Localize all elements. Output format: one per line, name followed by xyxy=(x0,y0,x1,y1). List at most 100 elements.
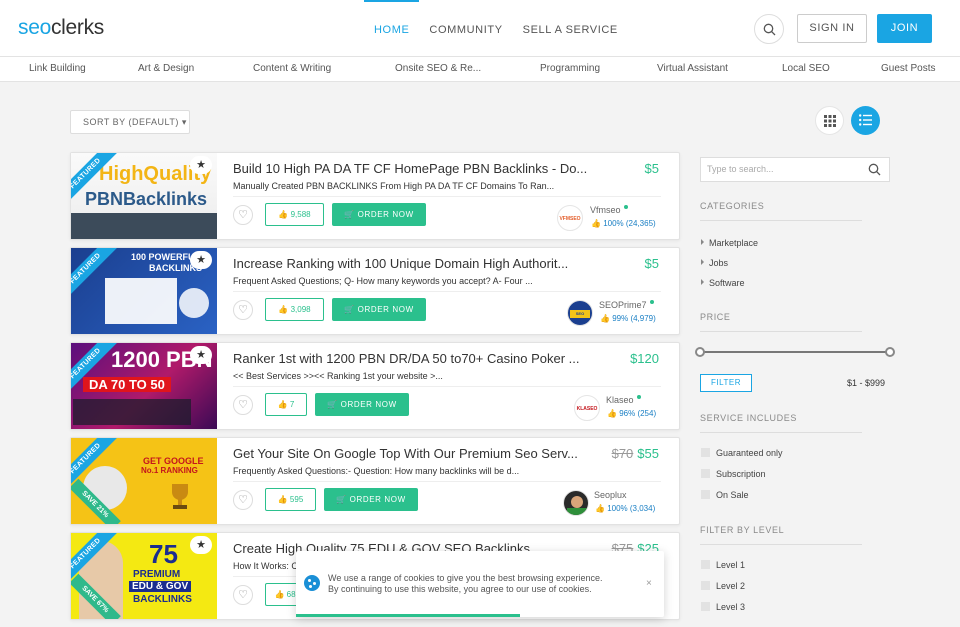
listing-thumbnail[interactable]: 75 PREMIUM EDU & GOV BACKLINKS FEATURED … xyxy=(71,533,217,619)
heart-icon[interactable]: ♡ xyxy=(233,205,253,225)
sidebar-item-software[interactable]: Software xyxy=(701,278,745,288)
heart-icon[interactable]: ♡ xyxy=(233,490,253,510)
cart-icon: 🛒 xyxy=(336,495,347,504)
favorite-star-icon[interactable]: ★ xyxy=(190,156,212,174)
listing-title[interactable]: Increase Ranking with 100 Unique Domain … xyxy=(233,256,568,271)
listing-card[interactable]: HighQuality PBNBacklinks FEATURED ★ Buil… xyxy=(70,152,680,240)
order-now-button[interactable]: 🛒 ORDER NOW xyxy=(332,203,426,226)
filter-button[interactable]: FILTER xyxy=(700,374,752,392)
checkbox-box xyxy=(701,581,710,590)
thumbnail-text: BACKLINKS xyxy=(133,594,192,605)
nav-home[interactable]: HOME xyxy=(364,0,420,57)
listing-title[interactable]: Ranker 1st with 1200 PBN DR/DA 50 to70+ … xyxy=(233,351,579,366)
listing-title[interactable]: Get Your Site On Google Top With Our Pre… xyxy=(233,446,578,461)
category-onsite-seo[interactable]: Onsite SEO & Re... xyxy=(395,63,481,74)
avatar-face xyxy=(571,496,583,508)
favorite-star-icon[interactable]: ★ xyxy=(190,536,212,554)
online-indicator xyxy=(636,395,641,399)
category-link-building[interactable]: Link Building xyxy=(29,63,86,74)
seller-name[interactable]: Klaseo xyxy=(606,395,641,405)
listing-thumbnail[interactable]: HighQuality PBNBacklinks FEATURED ★ xyxy=(71,153,217,239)
sidebar-search-input[interactable]: Type to search... xyxy=(700,157,890,182)
seller-name-text: SEOPrime7 xyxy=(599,300,647,310)
listing-card[interactable]: 1200 PBN DA 70 TO 50 FEATURED ★ Ranker 1… xyxy=(70,342,680,430)
cookie-text: We use a range of cookies to give you th… xyxy=(328,573,603,583)
category-art-design[interactable]: Art & Design xyxy=(138,63,194,74)
avatar[interactable]: VFMSEO xyxy=(557,205,583,231)
thumbs-up-icon: 👍 xyxy=(591,219,601,228)
listing-card[interactable]: GET GOOGLE No.1 RANKING FEATURED SAVE 21… xyxy=(70,437,680,525)
likes-button[interactable]: 👍 7 xyxy=(265,393,307,416)
sort-dropdown[interactable]: SORT BY (DEFAULT) ▾ xyxy=(70,110,190,134)
nav-community[interactable]: COMMUNITY xyxy=(419,0,512,57)
thumbnail-text: PBNBacklinks xyxy=(85,189,208,209)
guaranteed-only-checkbox[interactable]: Guaranteed only xyxy=(701,448,783,458)
divider xyxy=(233,481,661,482)
level-3-checkbox[interactable]: Level 3 xyxy=(701,602,745,612)
listing-thumbnail[interactable]: 100 POWERFUL BACKLINKS FEATURED ★ xyxy=(71,248,217,334)
join-button[interactable]: JOIN xyxy=(877,14,932,43)
sort-label: SORT BY (DEFAULT) xyxy=(83,117,179,127)
category-virtual-assistant[interactable]: Virtual Assistant xyxy=(657,63,728,74)
listing-thumbnail[interactable]: GET GOOGLE No.1 RANKING FEATURED SAVE 21… xyxy=(71,438,217,524)
price-slider-track[interactable] xyxy=(700,351,890,353)
list-view-button[interactable] xyxy=(851,106,880,135)
seller-name[interactable]: SEOPrime7 xyxy=(599,300,654,310)
listing-title[interactable]: Build 10 High PA DA TF CF HomePage PBN B… xyxy=(233,161,587,176)
order-now-button[interactable]: 🛒 ORDER NOW xyxy=(332,298,426,321)
subscription-checkbox[interactable]: Subscription xyxy=(701,469,766,479)
sidebar-item-jobs[interactable]: Jobs xyxy=(701,258,728,268)
caret-right-icon xyxy=(701,279,704,285)
order-now-button[interactable]: 🛒 ORDER NOW xyxy=(324,488,418,511)
logo[interactable]: seoclerks xyxy=(18,16,104,40)
likes-button[interactable]: 👍 9,588 xyxy=(265,203,324,226)
favorite-star-icon[interactable]: ★ xyxy=(190,251,212,269)
seller-rating: 👍 96% (254) xyxy=(607,409,656,418)
close-icon[interactable]: × xyxy=(646,578,652,589)
avatar[interactable]: SEO PRIME xyxy=(567,300,593,326)
search-button[interactable] xyxy=(754,14,784,44)
price-slider-max-handle[interactable] xyxy=(885,347,895,357)
heart-icon[interactable]: ♡ xyxy=(233,395,253,415)
listing-description: How It Works: C xyxy=(233,561,298,571)
price-current: $5 xyxy=(644,161,659,176)
listing-thumbnail[interactable]: 1200 PBN DA 70 TO 50 FEATURED ★ xyxy=(71,343,217,429)
favorite-star-icon[interactable]: ★ xyxy=(190,346,212,364)
thumbs-up-icon: 👍 xyxy=(277,495,288,504)
seller-name-text: Vfmseo xyxy=(590,205,621,215)
category-guest-posts[interactable]: Guest Posts xyxy=(881,63,935,74)
listing-card[interactable]: 100 POWERFUL BACKLINKS FEATURED ★ Increa… xyxy=(70,247,680,335)
level-1-checkbox[interactable]: Level 1 xyxy=(701,560,745,570)
category-programming[interactable]: Programming xyxy=(540,63,600,74)
avatar[interactable] xyxy=(563,490,589,516)
order-label: ORDER NOW xyxy=(340,400,397,409)
nav-sell-a-service[interactable]: SELL A SERVICE xyxy=(513,0,628,57)
search-icon[interactable] xyxy=(868,163,881,176)
on-sale-checkbox[interactable]: On Sale xyxy=(701,490,749,500)
divider xyxy=(700,544,862,545)
checkbox-label: Level 1 xyxy=(716,560,746,570)
heart-icon[interactable]: ♡ xyxy=(233,300,253,320)
listing-description: Frequently Asked Questions:- Question: H… xyxy=(233,466,520,476)
likes-button[interactable]: 👍 3,098 xyxy=(265,298,324,321)
heart-icon[interactable]: ♡ xyxy=(233,585,253,605)
category-content-writing[interactable]: Content & Writing xyxy=(253,63,331,74)
seller-name[interactable]: Vfmseo xyxy=(590,205,628,215)
sign-in-button[interactable]: SIGN IN xyxy=(797,14,867,43)
filter-by-level-heading: FILTER BY LEVEL xyxy=(700,525,785,535)
grid-view-button[interactable] xyxy=(815,106,844,135)
seller-name[interactable]: Seoplux xyxy=(594,490,627,500)
price-current: $55 xyxy=(637,446,659,461)
cart-icon: 🛒 xyxy=(344,305,355,314)
sidebar-item-marketplace[interactable]: Marketplace xyxy=(701,238,758,248)
thumbnail-text: No.1 RANKING xyxy=(141,466,198,475)
likes-button[interactable]: 👍 595 xyxy=(265,488,316,511)
thumbnail-panel xyxy=(73,399,191,425)
sidebar-item-label: Software xyxy=(709,278,745,288)
price-current: $5 xyxy=(644,256,659,271)
category-local-seo[interactable]: Local SEO xyxy=(782,63,830,74)
level-2-checkbox[interactable]: Level 2 xyxy=(701,581,745,591)
price-slider-min-handle[interactable] xyxy=(695,347,705,357)
avatar[interactable]: KLASEO xyxy=(574,395,600,421)
order-now-button[interactable]: 🛒 ORDER NOW xyxy=(315,393,409,416)
